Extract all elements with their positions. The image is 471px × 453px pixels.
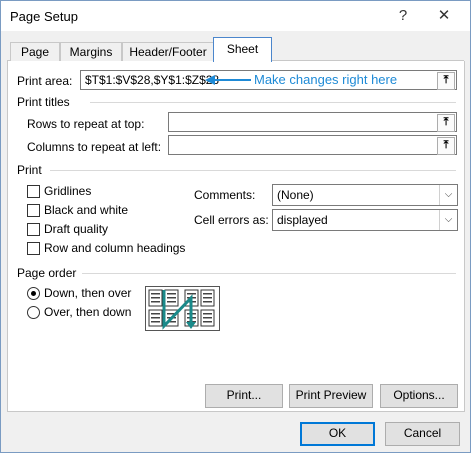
print-button[interactable]: Print...: [205, 384, 283, 408]
down-then-over-radio[interactable]: [27, 287, 40, 300]
page-order-heading: Page order: [17, 266, 77, 280]
cell-errors-value: displayed: [277, 213, 328, 227]
draft-quality-label: Draft quality: [44, 222, 109, 236]
row-col-headings-label: Row and column headings: [44, 241, 186, 255]
left-arrow-icon: [205, 75, 251, 85]
comments-label: Comments:: [194, 188, 256, 202]
draft-quality-checkbox[interactable]: [27, 223, 40, 236]
black-white-label: Black and white: [44, 203, 129, 217]
over-then-down-radio[interactable]: [27, 306, 40, 319]
row-col-headings-checkbox[interactable]: [27, 242, 40, 255]
cancel-button[interactable]: Cancel: [385, 422, 460, 446]
divider: [50, 170, 456, 171]
annotation-text: Make changes right here: [254, 72, 398, 87]
rows-repeat-field[interactable]: ⤒: [168, 112, 457, 132]
cols-repeat-field[interactable]: ⤒: [168, 135, 457, 155]
tab-page[interactable]: Page: [10, 42, 60, 61]
print-area-value: $T$1:$V$28,$Y$1:$Z$28: [85, 73, 220, 87]
collapse-dialog-icon[interactable]: ⤒: [437, 137, 455, 155]
page-setup-dialog: Page Setup ? ✕ Page Margins Header/Foote…: [0, 0, 471, 453]
tab-margins[interactable]: Margins: [60, 42, 122, 61]
cell-errors-label: Cell errors as:: [194, 213, 269, 227]
options-button[interactable]: Options...: [380, 384, 458, 408]
print-area-label: Print area:: [17, 74, 73, 88]
divider: [82, 273, 456, 274]
cols-repeat-label: Columns to repeat at left:: [27, 140, 162, 154]
sheet-panel: Print area: $T$1:$V$28,$Y$1:$Z$28 ⤒ Make…: [7, 61, 465, 412]
help-button[interactable]: ?: [391, 5, 415, 27]
tab-header-footer[interactable]: Header/Footer: [122, 42, 214, 61]
comments-value: (None): [277, 188, 314, 202]
window-title: Page Setup: [10, 9, 78, 24]
gridlines-checkbox[interactable]: [27, 185, 40, 198]
close-button[interactable]: ✕: [432, 5, 456, 27]
black-white-checkbox[interactable]: [27, 204, 40, 217]
page-order-preview-icon: [145, 286, 220, 331]
tab-sheet[interactable]: Sheet: [213, 37, 272, 62]
down-then-over-label: Down, then over: [44, 286, 132, 300]
title-bar: Page Setup ? ✕: [1, 1, 470, 31]
collapse-dialog-icon[interactable]: ⤒: [437, 72, 455, 90]
print-preview-button[interactable]: Print Preview: [289, 384, 373, 408]
print-heading: Print: [17, 163, 42, 177]
print-titles-heading: Print titles: [17, 95, 70, 109]
collapse-dialog-icon[interactable]: ⤒: [437, 114, 455, 132]
divider: [90, 102, 456, 103]
rows-repeat-label: Rows to repeat at top:: [27, 117, 145, 131]
comments-select[interactable]: (None) ⌵: [272, 184, 458, 206]
cell-errors-select[interactable]: displayed ⌵: [272, 209, 458, 231]
over-then-down-label: Over, then down: [44, 305, 132, 319]
chevron-down-icon[interactable]: ⌵: [439, 210, 457, 230]
gridlines-label: Gridlines: [44, 184, 92, 198]
ok-button[interactable]: OK: [300, 422, 375, 446]
chevron-down-icon[interactable]: ⌵: [439, 185, 457, 205]
